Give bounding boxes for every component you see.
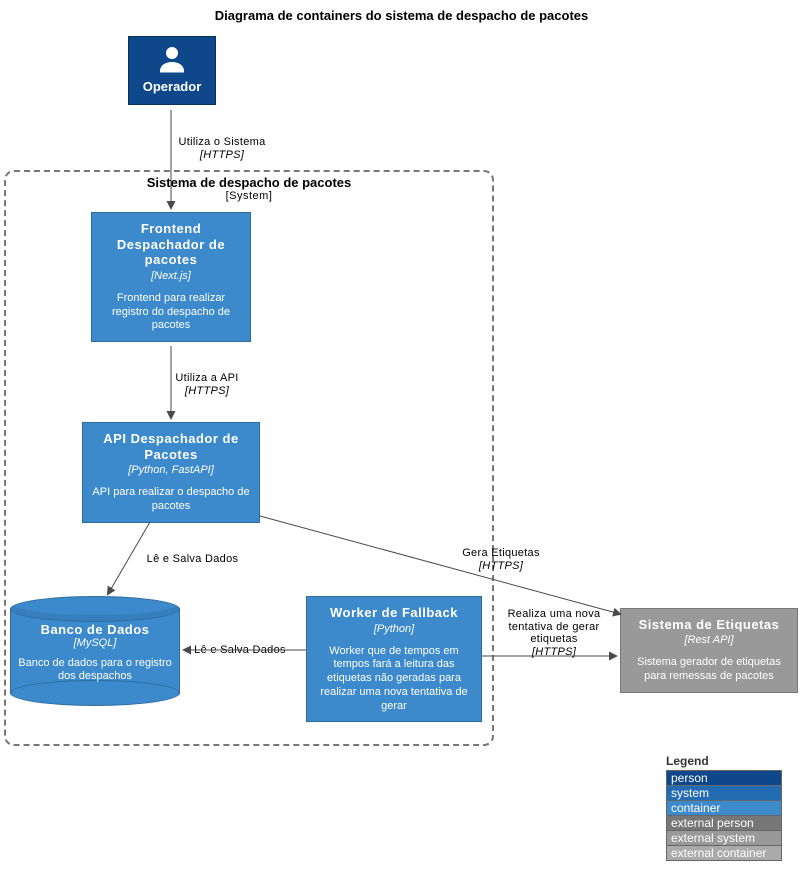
- person-label: Operador: [129, 79, 215, 94]
- diagram-title: Diagrama de containers do sistema de des…: [0, 8, 803, 23]
- etiquetas-tech: [Rest API]: [627, 634, 791, 646]
- rel-gera-etiquetas: Gera Etiquetas [HTTPS]: [456, 547, 546, 572]
- database: Banco de Dados [MySQL] Banco de dados pa…: [10, 596, 180, 706]
- frontend-tech: [Next.js]: [98, 270, 244, 282]
- person-operador: Operador: [128, 36, 216, 105]
- etiquetas-desc: Sistema gerador de etiquetas para remess…: [627, 656, 791, 684]
- db-tech: [MySQL]: [16, 637, 174, 649]
- boundary-name: Sistema de despacho de pacotes: [4, 175, 494, 190]
- container-api: API Despachador de Pacotes [Python, Fast…: [82, 422, 260, 523]
- frontend-name: Frontend Despachador de pacotes: [98, 221, 244, 268]
- container-worker: Worker de Fallback [Python] Worker que d…: [306, 596, 482, 722]
- legend: Legend person system container external …: [666, 754, 782, 860]
- boundary-type: [System]: [4, 190, 494, 202]
- legend-person: person: [666, 770, 782, 786]
- legend-ext-system: external system: [666, 830, 782, 846]
- legend-system: system: [666, 785, 782, 801]
- person-icon: [154, 41, 190, 77]
- legend-title: Legend: [666, 754, 782, 768]
- db-desc: Banco de dados para o registro dos despa…: [16, 657, 174, 683]
- frontend-desc: Frontend para realizar registro do despa…: [98, 292, 244, 333]
- legend-ext-person: external person: [666, 815, 782, 831]
- api-desc: API para realizar o despacho de pacotes: [89, 486, 253, 514]
- worker-name: Worker de Fallback: [313, 605, 475, 621]
- worker-tech: [Python]: [313, 623, 475, 635]
- api-name: API Despachador de Pacotes: [89, 431, 253, 462]
- rel-utiliza-api: Utiliza a API [HTTPS]: [172, 372, 242, 397]
- rel-le-salva-1: Lê e Salva Dados: [140, 553, 245, 566]
- container-frontend: Frontend Despachador de pacotes [Next.js…: [91, 212, 251, 342]
- legend-ext-container: external container: [666, 845, 782, 861]
- rel-utiliza-sistema: Utiliza o Sistema [HTTPS]: [172, 136, 272, 161]
- legend-container: container: [666, 800, 782, 816]
- db-name: Banco de Dados: [16, 622, 174, 637]
- rel-le-salva-2: Lê e Salva Dados: [190, 644, 290, 657]
- api-tech: [Python, FastAPI]: [89, 464, 253, 476]
- worker-desc: Worker que de tempos em tempos fará a le…: [313, 645, 475, 714]
- boundary-label: Sistema de despacho de pacotes [System]: [4, 175, 494, 202]
- external-system-etiquetas: Sistema de Etiquetas [Rest API] Sistema …: [620, 608, 798, 693]
- etiquetas-name: Sistema de Etiquetas: [627, 617, 791, 632]
- rel-retry-etiquetas: Realiza uma nova tentativa de gerar etiq…: [494, 608, 614, 659]
